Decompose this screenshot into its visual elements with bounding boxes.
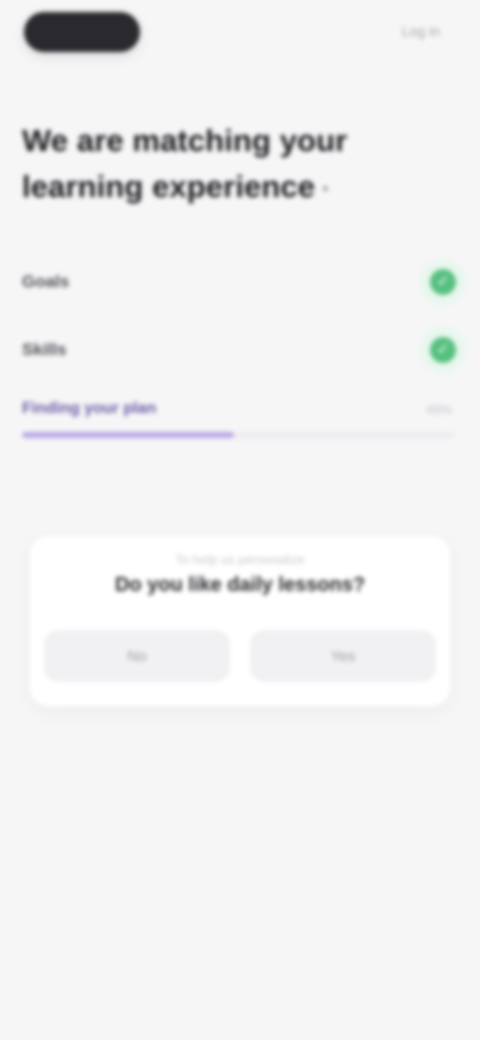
answer-yes-button[interactable]: Yes xyxy=(250,630,436,682)
card-caption: To help us personalize xyxy=(175,552,305,567)
page: Log in We are matching your learning exp… xyxy=(0,0,480,1040)
checkmark-icon: ✓ xyxy=(430,269,456,295)
checklist-item-goals: Goals ✓ xyxy=(22,248,466,316)
check-circle-icon: ✓ xyxy=(420,259,466,305)
progress-header: Finding your plan 49% xyxy=(22,400,460,418)
page-title: We are matching your learning experience xyxy=(22,118,402,210)
title-line-1: We are matching your xyxy=(22,123,348,158)
checkmark-icon: ✓ xyxy=(430,337,456,363)
header: Log in xyxy=(0,0,480,70)
progress-bar xyxy=(22,432,454,438)
progress-label: Finding your plan xyxy=(22,400,157,417)
matching-checklist: Goals ✓ Skills ✓ Finding your plan 49% xyxy=(22,248,466,456)
card-buttons: No Yes xyxy=(44,630,436,682)
checklist-item-progress: Finding your plan 49% xyxy=(22,384,460,456)
login-link[interactable]: Log in xyxy=(350,20,440,42)
card-question: Do you like daily lessons? xyxy=(114,574,366,596)
progress-bar-fill xyxy=(22,432,234,438)
logo[interactable] xyxy=(24,12,140,52)
check-circle-icon: ✓ xyxy=(420,327,466,373)
answer-no-button[interactable]: No xyxy=(44,630,230,682)
title-line-2: learning experience xyxy=(22,164,402,210)
checklist-item-skills: Skills ✓ xyxy=(22,316,466,384)
checklist-item-label: Goals xyxy=(22,272,70,291)
question-card: To help us personalize Do you like daily… xyxy=(30,536,450,706)
checklist-item-label: Skills xyxy=(22,340,67,359)
progress-percent: 49% xyxy=(425,401,452,417)
